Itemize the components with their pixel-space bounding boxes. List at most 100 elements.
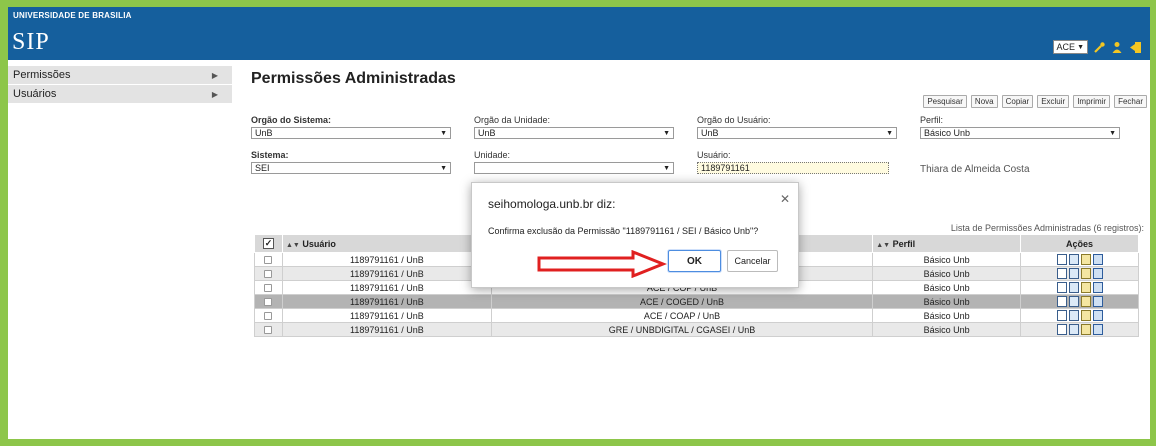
delete-icon[interactable] bbox=[1092, 268, 1103, 280]
edit-icon[interactable] bbox=[1080, 296, 1091, 308]
sort-icon[interactable]: ▲▼ bbox=[286, 242, 300, 249]
new-button[interactable]: Nova bbox=[970, 95, 998, 108]
copy-icon[interactable] bbox=[1056, 310, 1067, 322]
edit-icon[interactable] bbox=[1080, 324, 1091, 336]
unidade-label: Unidade: bbox=[474, 150, 511, 160]
user-icon[interactable] bbox=[1110, 40, 1124, 54]
view-icon[interactable] bbox=[1068, 268, 1079, 280]
row-checkbox-cell bbox=[254, 252, 283, 267]
unit-selector-value: ACE bbox=[1056, 42, 1076, 52]
perfil-select[interactable]: Básico Unb ▼ bbox=[920, 127, 1120, 139]
sidebar-item-permissoes[interactable]: Permissões ▶ bbox=[8, 66, 232, 85]
copy-icon[interactable] bbox=[1056, 296, 1067, 308]
view-icon[interactable] bbox=[1068, 282, 1079, 294]
table-row: 1189791161 / UnB ACE / COGED / UnB Básic… bbox=[254, 294, 1139, 309]
dialog-message: Confirma exclusão da Permissão "11897911… bbox=[488, 226, 759, 236]
perfil-label: Perfil: bbox=[920, 115, 944, 125]
sistema-field: Sistema: SEI ▼ bbox=[251, 150, 451, 174]
search-button[interactable]: Pesquisar bbox=[923, 95, 967, 108]
view-icon[interactable] bbox=[1068, 254, 1079, 266]
row-checkbox[interactable] bbox=[264, 298, 273, 307]
actions-cell bbox=[1020, 280, 1139, 295]
delete-button[interactable]: Excluir bbox=[1037, 95, 1070, 108]
orgao-usuario-value: UnB bbox=[701, 128, 719, 138]
usuario-cell: 1189791161 / UnB bbox=[281, 308, 492, 323]
unidade-cell: ACE / COGED / UnB bbox=[490, 294, 874, 309]
copy-icon[interactable] bbox=[1056, 282, 1067, 294]
chevron-down-icon: ▼ bbox=[1109, 129, 1116, 137]
close-icon[interactable]: ✕ bbox=[780, 192, 790, 206]
orgao-unidade-label: Orgão da Unidade: bbox=[474, 115, 551, 125]
unidade-select[interactable]: ▼ bbox=[474, 162, 674, 174]
actions-cell bbox=[1020, 266, 1139, 281]
select-all-header: ✓ bbox=[254, 234, 283, 253]
view-icon[interactable] bbox=[1068, 324, 1079, 336]
delete-icon[interactable] bbox=[1092, 324, 1103, 336]
action-toolbar: Pesquisar Nova Copiar Excluir Imprimir F… bbox=[923, 95, 1147, 108]
orgao-unidade-select[interactable]: UnB ▼ bbox=[474, 127, 674, 139]
delete-icon[interactable] bbox=[1092, 296, 1103, 308]
perfil-column-header[interactable]: ▲▼ Perfil bbox=[872, 234, 1022, 253]
dialog-title: seihomologa.unb.br diz: bbox=[488, 197, 616, 211]
app-logo[interactable]: SIP bbox=[12, 29, 50, 56]
usuario-column-header[interactable]: ▲▼ Usuário bbox=[281, 234, 492, 253]
row-checkbox[interactable] bbox=[264, 284, 273, 293]
sort-icon[interactable]: ▲▼ bbox=[876, 242, 890, 249]
sistema-select[interactable]: SEI ▼ bbox=[251, 162, 451, 174]
usuario-cell: 1189791161 / UnB bbox=[281, 266, 492, 281]
row-checkbox[interactable] bbox=[264, 256, 273, 265]
orgao-sistema-select[interactable]: UnB ▼ bbox=[251, 127, 451, 139]
actions-cell bbox=[1020, 252, 1139, 267]
chevron-down-icon: ▼ bbox=[440, 129, 447, 137]
row-checkbox-cell bbox=[254, 308, 283, 323]
row-checkbox-cell bbox=[254, 322, 283, 337]
edit-icon[interactable] bbox=[1080, 254, 1091, 266]
usuario-cell: 1189791161 / UnB bbox=[281, 294, 492, 309]
row-checkbox[interactable] bbox=[264, 326, 273, 335]
orgao-sistema-value: UnB bbox=[255, 128, 273, 138]
close-button[interactable]: Fechar bbox=[1114, 95, 1147, 108]
exit-icon[interactable] bbox=[1128, 40, 1142, 54]
row-checkbox[interactable] bbox=[264, 270, 273, 279]
chevron-right-icon: ▶ bbox=[211, 70, 218, 80]
edit-icon[interactable] bbox=[1080, 268, 1091, 280]
orgao-unidade-value: UnB bbox=[478, 128, 496, 138]
edit-icon[interactable] bbox=[1080, 282, 1091, 294]
orgao-usuario-select[interactable]: UnB ▼ bbox=[697, 127, 897, 139]
chevron-right-icon: ▶ bbox=[211, 89, 218, 99]
select-all-checkbox[interactable]: ✓ bbox=[262, 238, 274, 250]
perfil-cell: Básico Unb bbox=[872, 252, 1022, 267]
user-full-name: Thiara de Almeida Costa bbox=[920, 164, 1030, 175]
edit-icon[interactable] bbox=[1080, 310, 1091, 322]
orgao-unidade-field: Orgão da Unidade: UnB ▼ bbox=[474, 115, 674, 139]
row-checkbox[interactable] bbox=[264, 312, 273, 321]
delete-icon[interactable] bbox=[1092, 282, 1103, 294]
perfil-field: Perfil: Básico Unb ▼ bbox=[920, 115, 1120, 139]
copy-icon[interactable] bbox=[1056, 324, 1067, 336]
delete-icon[interactable] bbox=[1092, 310, 1103, 322]
perfil-cell: Básico Unb bbox=[872, 322, 1022, 337]
header-tools: ACE ▼ bbox=[1052, 40, 1142, 54]
sistema-value: SEI bbox=[255, 163, 270, 173]
unidade-field: Unidade: ▼ bbox=[474, 150, 674, 174]
view-icon[interactable] bbox=[1068, 310, 1079, 322]
copy-icon[interactable] bbox=[1056, 268, 1067, 280]
unidade-cell: ACE / COAP / UnB bbox=[490, 308, 874, 323]
print-button[interactable]: Imprimir bbox=[1073, 95, 1111, 108]
unit-selector[interactable]: ACE ▼ bbox=[1052, 40, 1088, 54]
sidebar-item-label: Permissões bbox=[13, 69, 71, 81]
sidebar-item-usuarios[interactable]: Usuários ▶ bbox=[8, 85, 232, 104]
usuario-input[interactable]: 1189791161 bbox=[697, 162, 889, 174]
chevron-down-icon: ▼ bbox=[886, 129, 893, 137]
wrench-icon[interactable] bbox=[1092, 40, 1106, 54]
ok-button[interactable]: OK bbox=[668, 250, 721, 272]
copy-button[interactable]: Copiar bbox=[1001, 95, 1034, 108]
delete-icon[interactable] bbox=[1092, 254, 1103, 266]
copy-icon[interactable] bbox=[1056, 254, 1067, 266]
view-icon[interactable] bbox=[1068, 296, 1079, 308]
perfil-cell: Básico Unb bbox=[872, 308, 1022, 323]
chevron-down-icon: ▼ bbox=[663, 164, 670, 172]
table-row: 1189791161 / UnB ACE / COAP / UnB Básico… bbox=[254, 308, 1139, 323]
perfil-value: Básico Unb bbox=[924, 128, 971, 138]
cancel-button[interactable]: Cancelar bbox=[727, 250, 778, 272]
